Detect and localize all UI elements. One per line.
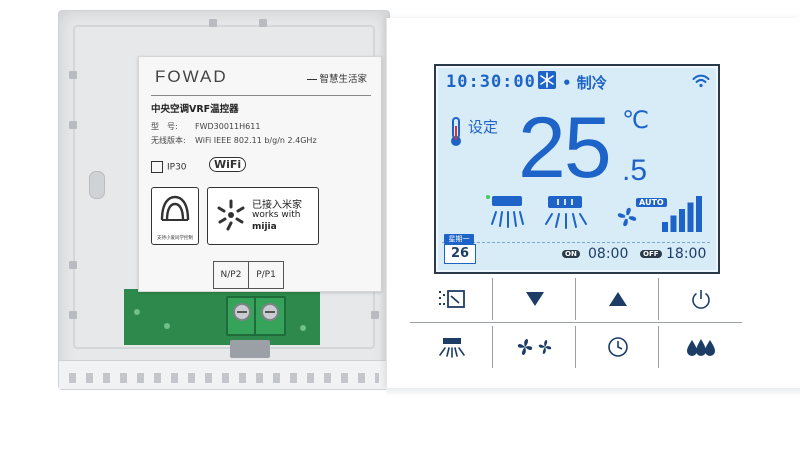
xiaoai-logo: 支持小爱同学控制	[151, 187, 199, 245]
touch-keypad	[410, 276, 742, 372]
model-value: FWD30011H611	[195, 122, 261, 131]
fan-pair-icon	[517, 339, 551, 355]
fan-level-bar	[662, 222, 668, 232]
day-number: 26	[444, 244, 476, 264]
fan-speed-bars	[662, 196, 702, 232]
mounting-hole	[89, 171, 105, 199]
set-label: 设定	[468, 118, 499, 136]
snowflake-icon	[538, 71, 556, 89]
terminal-block-2	[254, 296, 286, 336]
fan-icon	[617, 207, 637, 227]
product-name: 中央空调VRF温控器	[151, 104, 239, 115]
keypad-divider-horizontal	[410, 322, 742, 323]
clock-icon	[607, 337, 628, 357]
thermometer-icon	[451, 117, 461, 146]
vent-slot	[371, 311, 379, 319]
wireless-value: WiFi IEEE 802.11 b/g/n 2.4GHz	[195, 136, 317, 145]
mode-label: • 制冷	[562, 74, 607, 92]
brand-slogan: 智慧生活家	[307, 71, 367, 85]
mijia-badge: 已接入米家 works with mijia	[207, 187, 319, 245]
terminal-screw	[233, 303, 251, 321]
fan-level-bar	[687, 202, 694, 232]
model-spec: 型 号: FWD30011H611	[151, 121, 260, 132]
triangle-up-icon	[608, 292, 627, 306]
pcb-via	[164, 323, 170, 329]
terminal-labels: N/P2 P/P1	[213, 261, 284, 289]
pcb-via	[134, 309, 140, 315]
bottom-latch	[230, 340, 270, 358]
off-badge: OFF	[640, 250, 662, 258]
mijia-line-2: works with	[252, 210, 301, 220]
on-time: 08:00	[588, 246, 629, 262]
housing-ledge	[59, 360, 389, 389]
swing-key[interactable]	[410, 324, 493, 370]
power-key[interactable]	[659, 276, 742, 322]
temp-down-key[interactable]	[493, 276, 576, 322]
wifi-badge: WiFi	[209, 157, 247, 172]
fan-level-bar	[679, 209, 685, 232]
wireless-spec: 无线版本: WiFi IEEE 802.11 b/g/n 2.4GHz	[151, 135, 317, 146]
on-badge: ON	[562, 250, 580, 258]
mijia-line-1: 已接入米家	[252, 200, 302, 211]
fan-level-bar	[670, 215, 677, 232]
screen-divider	[442, 242, 710, 243]
pcb-via	[300, 325, 306, 331]
off-time: 18:00	[666, 246, 707, 262]
vent-slot	[209, 19, 217, 27]
mijia-line-3: mijia	[252, 222, 277, 232]
vent-slot	[259, 19, 267, 27]
terminal-label-np2: N/P2	[220, 270, 242, 280]
horizontal-swing-icon	[545, 196, 587, 229]
model-key: 型 号:	[151, 122, 178, 131]
panel-shadow	[386, 388, 800, 396]
ip-square-icon	[151, 161, 163, 173]
terminal-screw	[261, 303, 279, 321]
triangle-down-icon	[525, 292, 544, 306]
brand-logo-text: FOWAD	[155, 67, 228, 86]
vent-slot	[69, 121, 77, 129]
terminal-label-pp1: P/P1	[248, 262, 283, 288]
label-divider	[151, 95, 371, 96]
xiaoai-caption: 支持小爱同学控制	[157, 236, 193, 241]
timer-key[interactable]	[576, 324, 659, 370]
swing-icon	[438, 338, 465, 358]
dehumidify-key[interactable]	[659, 324, 742, 370]
xiaoai-arch-icon	[160, 195, 190, 221]
vent-slot	[69, 311, 77, 319]
droplets-icon	[686, 339, 715, 356]
mijia-sparkle-icon	[217, 199, 245, 231]
weekday-label: 星期一	[444, 234, 474, 244]
mode-icon	[438, 290, 465, 308]
mode-key[interactable]	[410, 276, 493, 322]
vent-slot	[69, 71, 77, 79]
wireless-key: 无线版本:	[151, 136, 186, 145]
power-icon	[691, 290, 710, 309]
lcd-screen: 10:30:00 • 制冷 设定 25 ℃ .5 AUTO 星期一 26 ON …	[434, 64, 720, 274]
temperature-value: 25	[518, 100, 612, 196]
vent-slot	[69, 261, 77, 269]
clock-time: 10:30:00	[446, 72, 536, 92]
fan-level-bar	[696, 196, 702, 232]
ip-rating: IP30	[151, 161, 187, 173]
fan-speed-key[interactable]	[493, 324, 576, 370]
housing-teeth	[69, 373, 379, 383]
vertical-swing-icon	[486, 195, 524, 228]
product-label: FOWAD 智慧生活家 中央空调VRF温控器 型 号: FWD30011H611 …	[138, 56, 382, 292]
temp-up-key[interactable]	[576, 276, 659, 322]
temperature-unit: ℃	[622, 106, 649, 134]
circuit-board	[124, 286, 320, 345]
temperature-decimal: .5	[622, 154, 648, 187]
ip-rating-text: IP30	[167, 162, 187, 173]
wifi-signal-icon	[692, 74, 710, 88]
